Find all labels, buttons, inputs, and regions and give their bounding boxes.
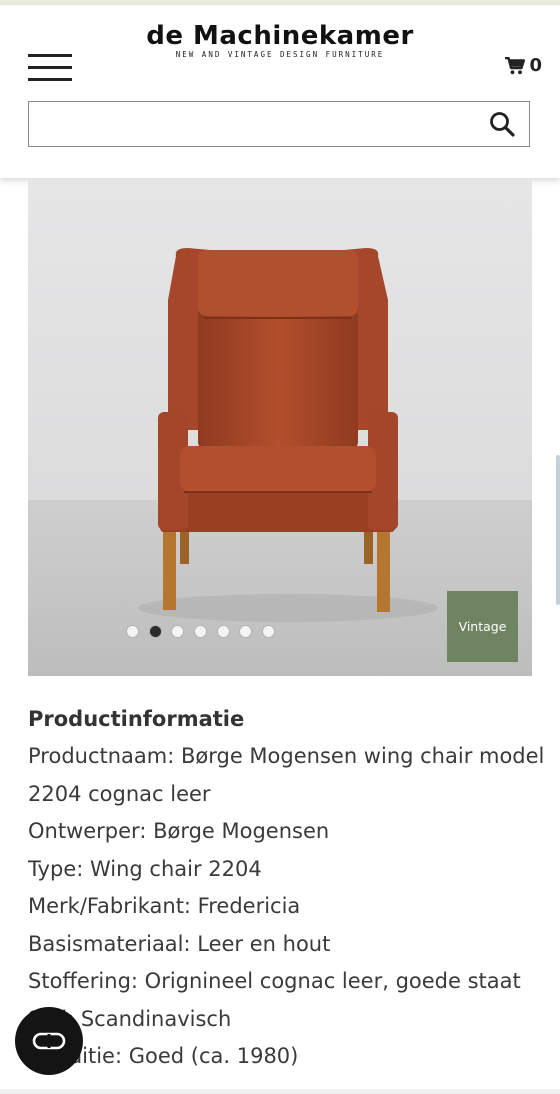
cart-button[interactable]: 0	[505, 55, 542, 76]
bottom-edge	[0, 1089, 560, 1094]
slide-dot[interactable]	[263, 626, 274, 637]
upholstery-line: Stoffering: Orignineel cognac leer, goed…	[28, 969, 521, 993]
product-info: Productinformatie Productnaam: Børge Mog…	[28, 704, 548, 1076]
product-image[interactable]: Vintage	[28, 180, 532, 676]
chat-loop-icon	[32, 1032, 66, 1050]
cart-count: 0	[529, 55, 542, 76]
product-info-heading: Productinformatie	[28, 707, 245, 731]
slide-dot[interactable]	[240, 626, 251, 637]
site-logo[interactable]: de Machinekamer NEW AND VINTAGE DESIGN F…	[0, 21, 560, 59]
logo-tagline: NEW AND VINTAGE DESIGN FURNITURE	[175, 50, 385, 59]
scroll-indicator[interactable]	[556, 455, 560, 605]
logo-name: de Machinekamer	[146, 21, 414, 51]
designer-line: Ontwerper: Børge Mogensen	[28, 819, 330, 843]
slide-dot[interactable]	[218, 626, 229, 637]
material-line: Basismateriaal: Leer en hout	[28, 931, 331, 956]
style-line: Stijl: Scandinavisch	[28, 1006, 232, 1031]
shopping-cart-icon	[505, 56, 526, 74]
site-header: de Machinekamer NEW AND VINTAGE DESIGN F…	[0, 5, 560, 178]
slide-dot[interactable]	[127, 626, 138, 637]
search-input[interactable]	[29, 102, 493, 144]
slide-dot[interactable]	[195, 626, 206, 637]
slide-dot-active[interactable]	[150, 626, 161, 637]
type-line: Type: Wing chair 2204	[28, 856, 262, 881]
slide-dot[interactable]	[172, 626, 183, 637]
search-bar	[28, 101, 530, 147]
condition-line: Conditie: Goed (ca. 1980)	[28, 1044, 299, 1068]
search-icon[interactable]	[489, 111, 515, 137]
product-name-line: Productnaam: Børge Mogensen wing chair m…	[28, 744, 545, 806]
vintage-badge: Vintage	[447, 591, 518, 662]
brand-line: Merk/Fabrikant: Fredericia	[28, 894, 301, 918]
chat-button[interactable]	[15, 1007, 83, 1075]
